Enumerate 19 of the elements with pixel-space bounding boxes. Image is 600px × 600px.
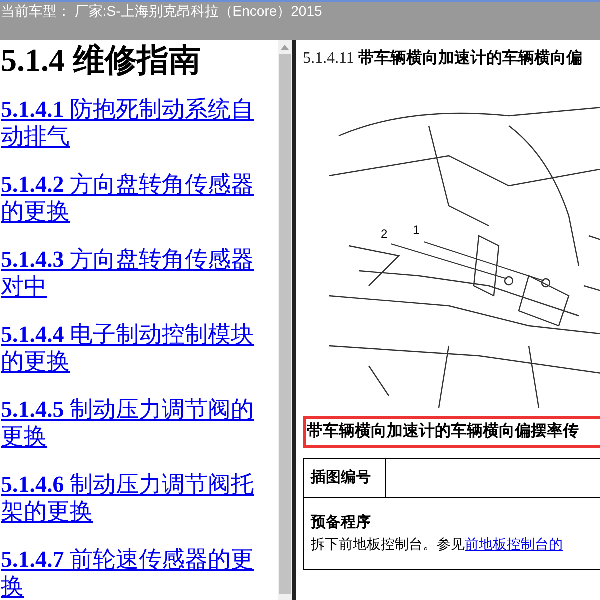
section-link[interactable]: 5.1.4.5 制动压力调节阀的更换 (1, 396, 271, 450)
section-link[interactable]: 5.1.4.6 制动压力调节阀托架的更换 (1, 471, 271, 525)
section-link[interactable]: 5.1.4.1 防抱死制动系统自动排气 (1, 96, 271, 150)
scrollbar[interactable] (278, 40, 292, 600)
table-cell: 插图编号 (304, 459, 386, 497)
section-title: 5.1.4.11 带车辆横向加速计的车辆横向偏 (303, 48, 584, 69)
procedure-link[interactable]: 前地板控制台的 (465, 536, 563, 552)
model-title: 当前车型： 厂家:S-上海别克昂科拉（Encore）2015 (0, 2, 324, 20)
procedure-heading: 预备程序 (311, 513, 372, 533)
procedure-text: 拆下前地板控制台。参见前地板控制台的 (311, 535, 564, 554)
section-link[interactable]: 5.1.4.7 前轮速传感器的更换 (1, 546, 271, 600)
section-link[interactable]: 5.1.4.3 方向盘转角传感器对中 (1, 246, 271, 300)
section-link[interactable]: 5.1.4.2 方向盘转角传感器的更换 (1, 171, 271, 225)
callout-number: 1 (413, 224, 420, 236)
callout-number: 2 (381, 228, 388, 240)
figure-caption: 带车辆横向加速计的车辆横向偏摆率传 (303, 416, 600, 448)
section-link[interactable]: 5.1.4.4 电子制动控制模块的更换 (1, 321, 271, 375)
scroll-up-arrow-icon[interactable] (281, 44, 289, 50)
page-heading: 5.1.4 维修指南 (1, 41, 202, 79)
